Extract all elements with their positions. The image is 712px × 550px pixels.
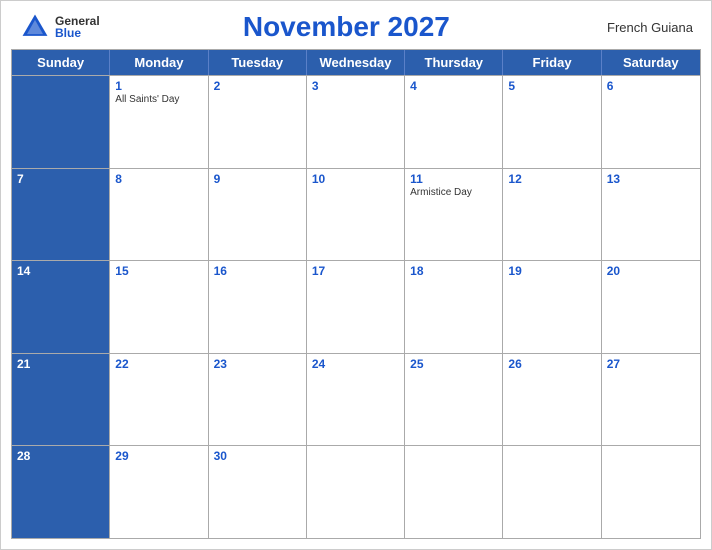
cell-date-number: 2 [214, 79, 301, 93]
day-headers-row: Sunday Monday Tuesday Wednesday Thursday… [12, 50, 700, 75]
calendar-cell-1-3[interactable]: 10 [307, 169, 405, 261]
week-row-1: 789 10 11Armistice Day 12 13 [12, 168, 700, 261]
cell-date-number: 12 [508, 172, 595, 186]
calendar-cell-4-5[interactable] [503, 446, 601, 538]
week-row-0: 1All Saints' Day 23456 [12, 75, 700, 168]
calendar-cell-1-2[interactable]: 9 [209, 169, 307, 261]
cell-date-number: 6 [607, 79, 695, 93]
cell-date-number: 8 [115, 172, 202, 186]
calendar-cell-2-5[interactable]: 19 [503, 261, 601, 353]
calendar-cell-3-4[interactable]: 25 [405, 354, 503, 446]
calendar-cell-4-1[interactable]: 29 [110, 446, 208, 538]
calendar-cell-2-0[interactable]: 14 [12, 261, 110, 353]
logo-icon [19, 11, 51, 43]
cell-date-number: 20 [607, 264, 695, 278]
header: General Blue November 2027 French Guiana [1, 1, 711, 49]
logo: General Blue [19, 11, 100, 43]
calendar-cell-0-1[interactable]: 1All Saints' Day [110, 76, 208, 168]
calendar-cell-0-2[interactable]: 2 [209, 76, 307, 168]
cell-date-number: 17 [312, 264, 399, 278]
day-header-monday: Monday [110, 50, 208, 75]
week-row-2: 14 15 16 17 18 19 20 [12, 260, 700, 353]
calendar-cell-1-6[interactable]: 13 [602, 169, 700, 261]
calendar-page: General Blue November 2027 French Guiana… [0, 0, 712, 550]
logo-text: General Blue [55, 15, 100, 39]
cell-date-number: 19 [508, 264, 595, 278]
calendar-cell-0-4[interactable]: 4 [405, 76, 503, 168]
holiday-label: Armistice Day [410, 187, 497, 199]
weeks-container: 1All Saints' Day234567891011Armistice Da… [12, 75, 700, 538]
calendar-cell-2-1[interactable]: 15 [110, 261, 208, 353]
calendar-cell-2-6[interactable]: 20 [602, 261, 700, 353]
calendar-cell-1-4[interactable]: 11Armistice Day [405, 169, 503, 261]
cell-date-number: 1 [115, 79, 202, 93]
cell-date-number: 4 [410, 79, 497, 93]
day-header-wednesday: Wednesday [307, 50, 405, 75]
calendar-grid: Sunday Monday Tuesday Wednesday Thursday… [11, 49, 701, 539]
cell-date-number: 3 [312, 79, 399, 93]
cell-date-number: 27 [607, 357, 695, 371]
cell-date-number: 10 [312, 172, 399, 186]
logo-blue-text: Blue [55, 27, 100, 39]
calendar-cell-3-3[interactable]: 24 [307, 354, 405, 446]
calendar-cell-1-5[interactable]: 12 [503, 169, 601, 261]
calendar-cell-4-4[interactable] [405, 446, 503, 538]
calendar-cell-4-0[interactable]: 28 [12, 446, 110, 538]
cell-date-number: 11 [410, 172, 497, 186]
day-header-tuesday: Tuesday [209, 50, 307, 75]
week-row-3: 21 22 23 24 25 26 27 [12, 353, 700, 446]
cell-date-number: 9 [214, 172, 301, 186]
cell-date-number: 7 [17, 172, 104, 186]
calendar-cell-3-5[interactable]: 26 [503, 354, 601, 446]
cell-date-number: 26 [508, 357, 595, 371]
day-header-thursday: Thursday [405, 50, 503, 75]
calendar-cell-1-0[interactable]: 7 [12, 169, 110, 261]
region-label: French Guiana [593, 20, 693, 35]
calendar-cell-0-6[interactable]: 6 [602, 76, 700, 168]
cell-date-number: 16 [214, 264, 301, 278]
cell-date-number: 23 [214, 357, 301, 371]
day-header-saturday: Saturday [602, 50, 700, 75]
cell-date-number: 24 [312, 357, 399, 371]
calendar-cell-3-1[interactable]: 22 [110, 354, 208, 446]
holiday-label: All Saints' Day [115, 94, 202, 106]
cell-date-number: 28 [17, 449, 104, 463]
cell-date-number: 15 [115, 264, 202, 278]
calendar-cell-3-0[interactable]: 21 [12, 354, 110, 446]
calendar-cell-2-2[interactable]: 16 [209, 261, 307, 353]
calendar-cell-3-2[interactable]: 23 [209, 354, 307, 446]
calendar-cell-4-6[interactable] [602, 446, 700, 538]
day-header-sunday: Sunday [12, 50, 110, 75]
cell-date-number: 14 [17, 264, 104, 278]
cell-date-number: 5 [508, 79, 595, 93]
cell-date-number: 29 [115, 449, 202, 463]
calendar-cell-1-1[interactable]: 8 [110, 169, 208, 261]
calendar-cell-0-3[interactable]: 3 [307, 76, 405, 168]
cell-date-number: 13 [607, 172, 695, 186]
calendar-cell-4-2[interactable]: 30 [209, 446, 307, 538]
day-header-friday: Friday [503, 50, 601, 75]
cell-date-number: 18 [410, 264, 497, 278]
calendar-cell-3-6[interactable]: 27 [602, 354, 700, 446]
calendar-cell-0-5[interactable]: 5 [503, 76, 601, 168]
calendar-cell-0-0[interactable] [12, 76, 110, 168]
cell-date-number: 21 [17, 357, 104, 371]
calendar-title: November 2027 [100, 11, 593, 43]
cell-date-number: 30 [214, 449, 301, 463]
calendar-cell-2-3[interactable]: 17 [307, 261, 405, 353]
week-row-4: 28 29 30 [12, 445, 700, 538]
calendar-cell-4-3[interactable] [307, 446, 405, 538]
calendar-cell-2-4[interactable]: 18 [405, 261, 503, 353]
cell-date-number: 22 [115, 357, 202, 371]
cell-date-number: 25 [410, 357, 497, 371]
